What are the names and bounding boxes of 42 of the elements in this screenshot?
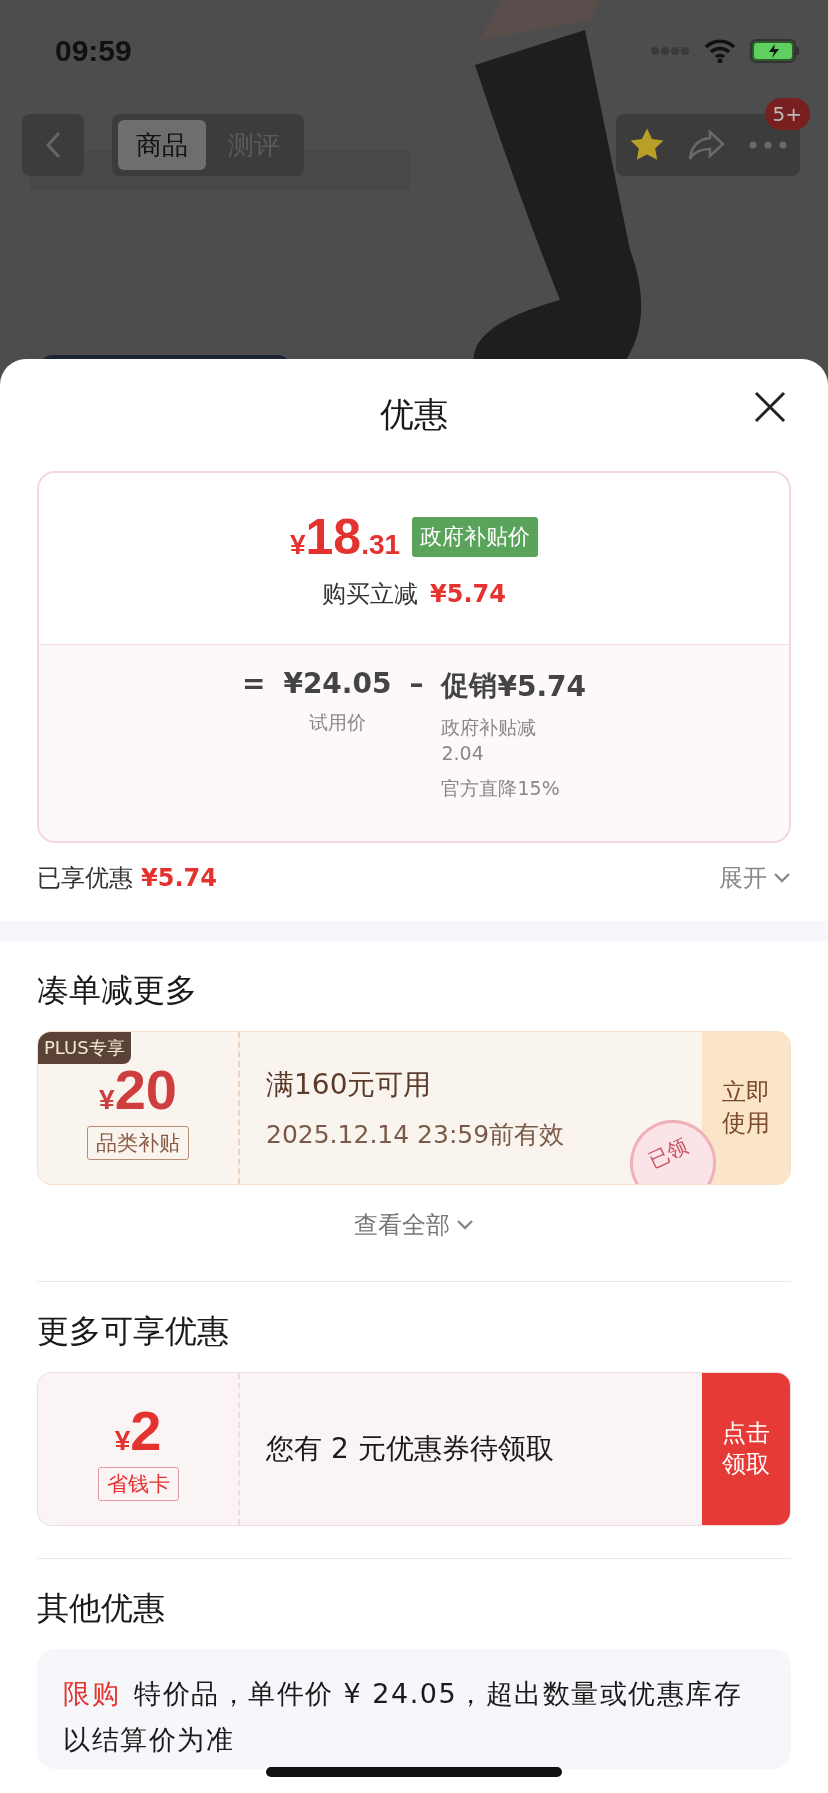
chevron-down-icon xyxy=(456,1219,474,1231)
section-title: 其他优惠 xyxy=(37,1588,166,1629)
coupon-text: 您有 2 元优惠券待领取 xyxy=(266,1431,554,1467)
saved-label: 已享优惠 xyxy=(37,863,133,894)
discount-amount: ¥5.74 xyxy=(430,579,506,608)
final-price: ¥18.31 xyxy=(289,507,401,566)
note-text: 限购 特价品，单件价 ¥ 24.05，超出数量或优惠库存以结算价为准 xyxy=(63,1677,744,1757)
notification-badge: 5+ xyxy=(764,98,810,130)
sheet-title: 优惠 xyxy=(380,393,448,436)
coupon-action-button[interactable]: 点击领取 xyxy=(702,1373,790,1525)
wifi-icon xyxy=(704,39,736,63)
subsidy-tag: 政府补贴价 xyxy=(412,516,539,557)
back-button[interactable] xyxy=(22,114,84,176)
coupon-text: 2025.12.14 23:59前有效 xyxy=(266,1118,565,1151)
coupon-tag: 品类补贴 xyxy=(87,1125,189,1160)
promo-amount: ¥5.74 xyxy=(497,669,587,703)
equals-sign: = xyxy=(241,667,266,702)
section-title: 更多可享优惠 xyxy=(37,1311,230,1352)
close-icon[interactable] xyxy=(752,389,788,425)
promo-label: 促销 xyxy=(441,668,498,704)
coupon-action-button[interactable]: 立即使用 xyxy=(702,1032,790,1184)
status-time: 09:59 xyxy=(55,34,132,68)
coupon-amount: ¥2 xyxy=(114,1397,162,1463)
tab[interactable]: 商品 xyxy=(118,120,206,170)
plus-badge: PLUS专享 xyxy=(38,1032,131,1064)
more-icon[interactable] xyxy=(748,140,788,150)
view-all-button[interactable]: 查看全部 xyxy=(346,1201,482,1249)
battery-icon xyxy=(750,39,800,63)
expand-button[interactable]: 展开 xyxy=(719,862,791,894)
coupon-text: 满160元可用 xyxy=(266,1066,432,1103)
coupon-tag: 省钱卡 xyxy=(97,1466,179,1501)
promo-detail: 官方直降15% xyxy=(441,776,561,802)
section-title: 凑单减更多 xyxy=(37,970,198,1011)
base-price-label: 试用价 xyxy=(308,710,366,735)
chevron-left-icon xyxy=(43,130,63,160)
saved-amount: ¥5.74 xyxy=(141,864,217,892)
promo-detail: 政府补贴减2.04 xyxy=(441,715,538,766)
chevron-down-icon xyxy=(773,872,791,884)
discount-label: 购买立减 xyxy=(322,578,419,610)
share-icon[interactable] xyxy=(688,129,726,161)
base-price: ¥24.05 xyxy=(283,667,392,700)
minus-sign: – xyxy=(409,667,424,702)
